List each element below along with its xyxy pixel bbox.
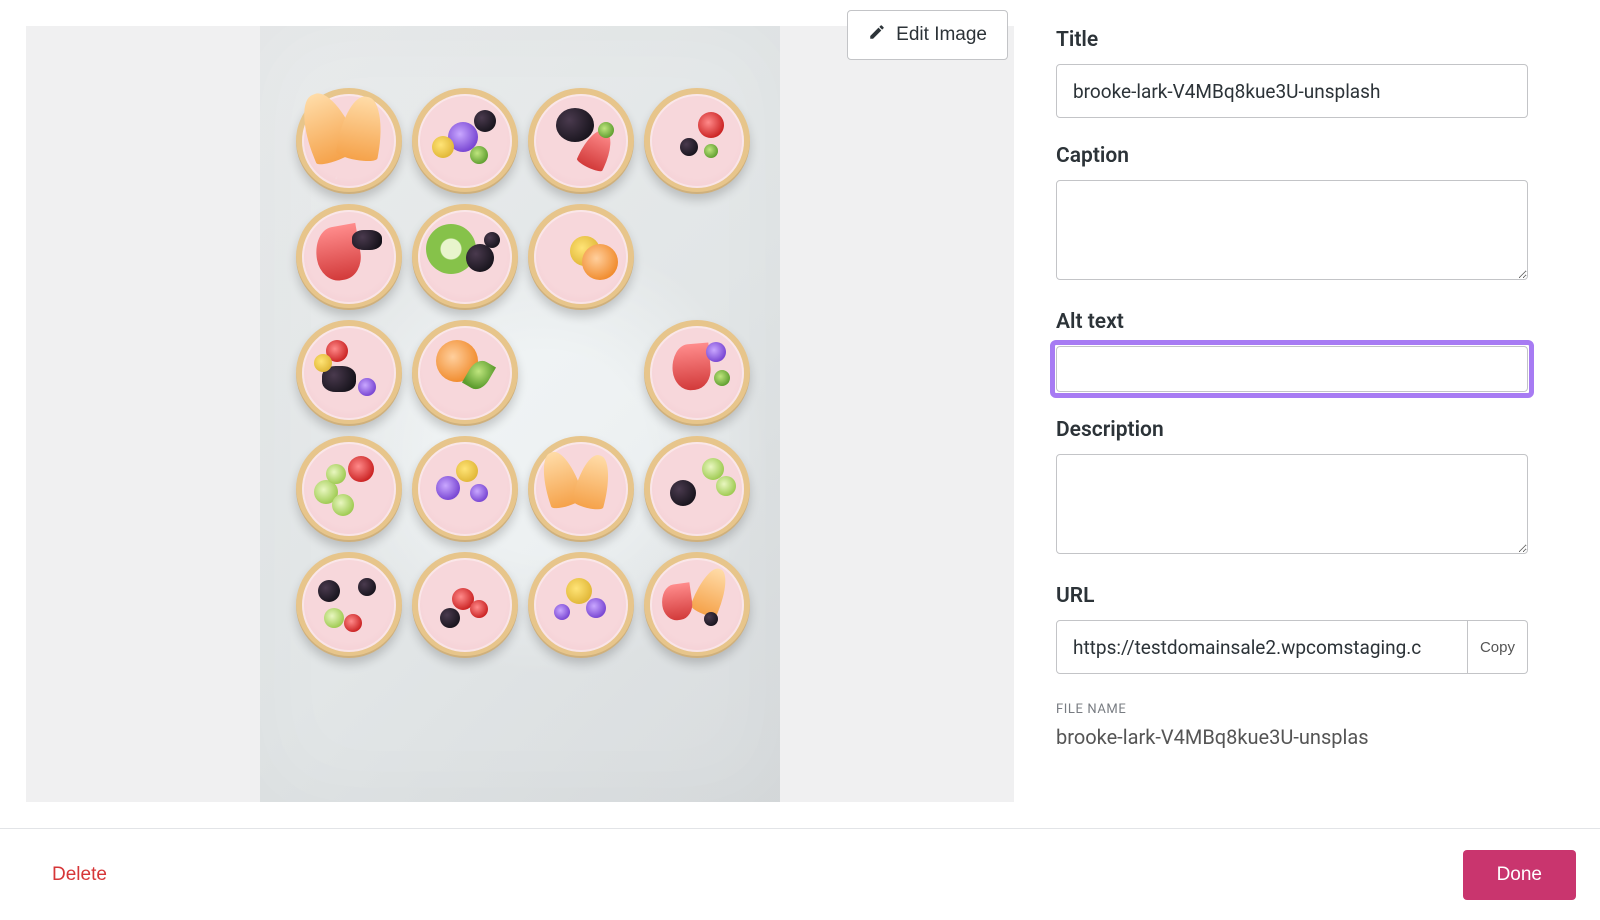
image-preview-panel: Edit Image — [0, 0, 1040, 828]
caption-field[interactable] — [1056, 180, 1528, 280]
alt-text-field[interactable] — [1056, 346, 1528, 392]
attachment-details-form: Title Caption Alt text Description URL C… — [1040, 0, 1560, 828]
delete-button[interactable]: Delete — [52, 864, 107, 886]
url-label: URL — [1056, 584, 1528, 608]
caption-label: Caption — [1056, 144, 1528, 168]
url-field[interactable] — [1056, 620, 1468, 674]
title-label: Title — [1056, 28, 1528, 52]
file-name-label: FILE NAME — [1056, 702, 1528, 717]
preview-subject — [296, 88, 750, 658]
done-button[interactable]: Done — [1463, 850, 1576, 900]
file-name-value: brooke-lark-V4MBq8kue3U-unsplas — [1056, 725, 1528, 749]
edit-image-button[interactable]: Edit Image — [847, 10, 1008, 60]
description-label: Description — [1056, 418, 1528, 442]
image-preview-frame — [26, 26, 1014, 802]
description-field[interactable] — [1056, 454, 1528, 554]
copy-url-button[interactable]: Copy — [1468, 620, 1528, 674]
pencil-icon — [868, 23, 886, 47]
alt-text-label: Alt text — [1056, 310, 1528, 334]
dialog-footer: Delete Done — [0, 828, 1600, 920]
image-preview — [260, 26, 780, 802]
edit-image-label: Edit Image — [896, 24, 987, 46]
title-field[interactable] — [1056, 64, 1528, 118]
